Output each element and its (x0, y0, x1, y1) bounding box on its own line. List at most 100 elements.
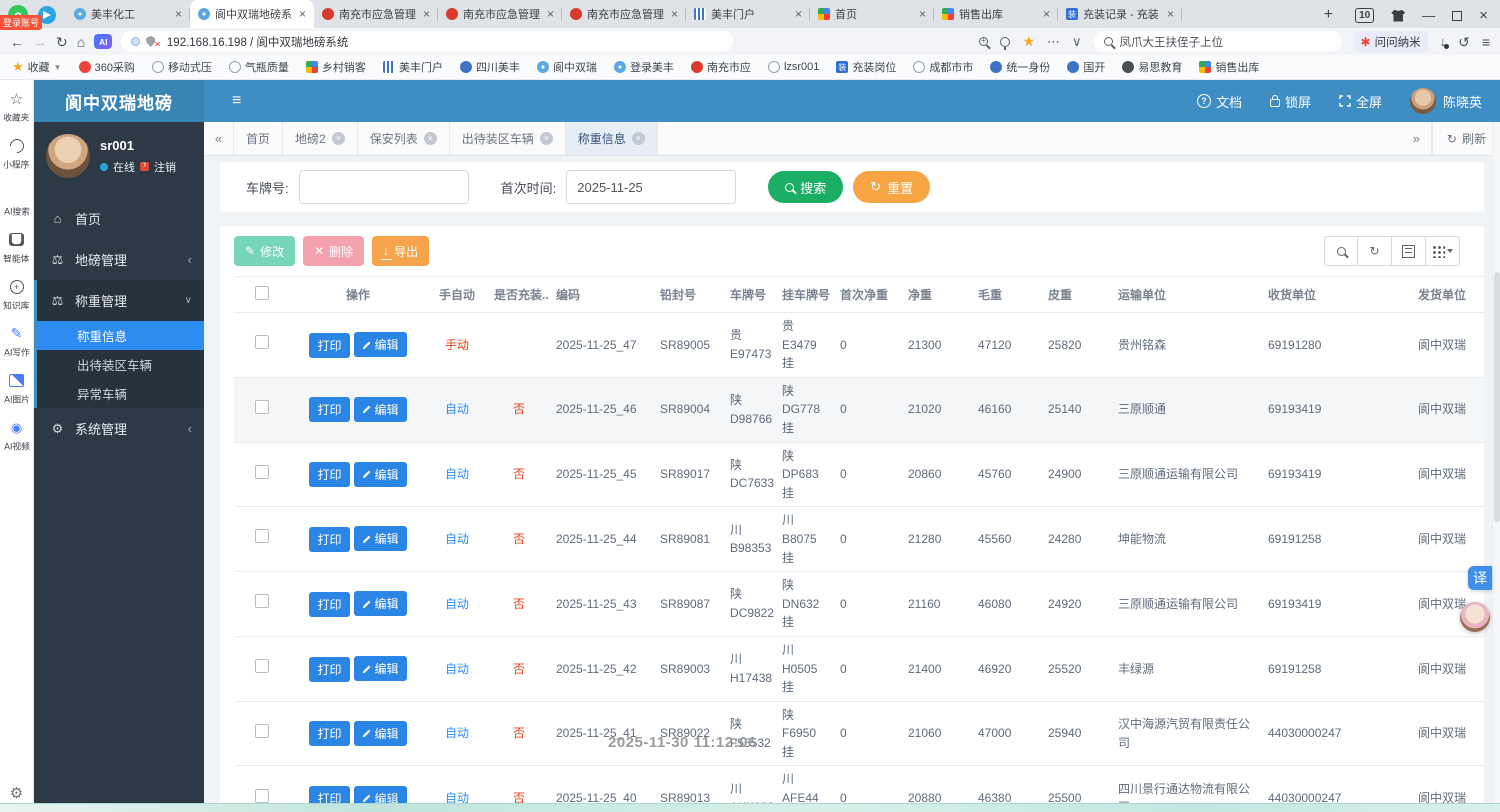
skin-icon[interactable] (1391, 9, 1406, 22)
sidebar-item-1[interactable]: ⚖ 地磅管理 ‹ (34, 239, 204, 280)
row-checkbox[interactable] (255, 659, 269, 673)
sidebar-subitem[interactable]: 出待装区车辆 (37, 350, 204, 379)
page-tab[interactable]: 出待装区车辆 × (450, 122, 566, 155)
tab-close-icon[interactable]: × (299, 8, 306, 20)
select-all-checkbox[interactable] (255, 286, 269, 300)
bookmark-item[interactable]: 美丰门户 (382, 59, 443, 75)
print-button[interactable]: 打印 (309, 462, 350, 488)
forward-icon[interactable]: → (33, 35, 47, 49)
search-button[interactable]: 搜索 (768, 171, 844, 203)
bookmark-item[interactable]: 登录美丰 (613, 59, 674, 75)
export-button[interactable]: ↓ 导出 (372, 236, 430, 266)
tab-close-icon[interactable]: × (547, 8, 554, 20)
print-button[interactable]: 打印 (309, 656, 350, 682)
modify-button[interactable]: ✎ 修改 (234, 236, 296, 266)
row-checkbox[interactable] (255, 335, 269, 350)
bookmark-item[interactable]: 气瓶质量 (228, 59, 289, 75)
browser-tab[interactable]: 首页 × (810, 0, 934, 28)
edit-button[interactable]: 编辑 (353, 720, 407, 746)
browser-tab[interactable]: 南充市应急管理 × (314, 0, 438, 28)
edit-button[interactable]: 编辑 (353, 332, 407, 358)
page-tab-close-icon[interactable]: × (331, 132, 345, 145)
tab-close-icon[interactable]: × (671, 8, 678, 20)
browser-tab[interactable]: 南充市应急管理 × (562, 0, 686, 28)
plate-input[interactable] (298, 170, 469, 204)
sidebar-toggle-icon[interactable]: ≡ (232, 92, 241, 110)
side-tool-write[interactable]: AI写作 (0, 325, 34, 359)
row-checkbox[interactable] (255, 399, 269, 414)
browser-menu-icon[interactable]: ≡ (1482, 35, 1490, 49)
close-button[interactable]: × (1479, 7, 1488, 24)
reader-icon[interactable] (1000, 36, 1011, 50)
sidebar-subitem[interactable]: 异常车辆 (37, 379, 204, 408)
page-tab-close-icon[interactable]: × (539, 132, 553, 145)
reload-icon[interactable]: ↻ (56, 35, 68, 49)
side-tool-video[interactable]: AI视频 (0, 419, 34, 453)
bookmark-item[interactable]: ★ 收藏 ▼ (12, 59, 62, 75)
side-tool-image[interactable]: AI图片 (0, 372, 34, 406)
first-time-input[interactable] (566, 170, 737, 204)
sidebar-item-2[interactable]: ⚖ 称重管理 ∨ (37, 280, 204, 321)
ai-assistant-icon[interactable]: AI (94, 34, 113, 49)
tab-close-icon[interactable]: × (919, 8, 926, 20)
content-scrollbar[interactable] (1492, 122, 1500, 812)
browser-tab[interactable]: 装充装记录 - 充装 × (1058, 0, 1182, 28)
browser-tab[interactable]: 美丰门户 × (686, 0, 810, 28)
bookmark-item[interactable]: 装充装岗位 (836, 59, 896, 75)
search-suggestion-text[interactable]: 凤爪大王扶侄子上位 (1120, 34, 1224, 50)
edit-button[interactable]: 编辑 (353, 396, 407, 422)
bookmark-item[interactable]: 易思教育 (1122, 59, 1182, 75)
settings-gear-icon[interactable]: ⚙ (10, 784, 23, 802)
minimize-button[interactable]: — (1422, 8, 1435, 23)
ask-nano-button[interactable]: ✱ 问问纳米 (1353, 31, 1428, 52)
bookmark-star-icon[interactable]: ★ (1022, 33, 1035, 50)
table-refresh-button[interactable]: ↻ (1358, 236, 1392, 266)
bookmark-item[interactable]: 移动式压 (151, 59, 212, 75)
bookmark-item[interactable]: 阆中双瑞 (536, 59, 597, 75)
row-checkbox[interactable] (255, 464, 269, 479)
browser-tab[interactable]: 南充市应急管理 × (438, 0, 562, 28)
print-button[interactable]: 打印 (309, 526, 350, 552)
tab-close-icon[interactable]: × (1043, 8, 1050, 20)
bookmark-item[interactable]: 销售出库 (1199, 59, 1259, 75)
sidebar-item-0[interactable]: ⌂ 首页 (34, 198, 204, 239)
lock-screen-button[interactable]: 锁屏 (1269, 92, 1311, 111)
tab-close-icon[interactable]: × (175, 8, 182, 20)
back-icon[interactable]: ← (10, 35, 24, 49)
tabs-scroll-right-icon[interactable]: » (1402, 122, 1432, 155)
edit-button[interactable]: 编辑 (353, 461, 407, 487)
bookmark-item[interactable]: 成都市市 (913, 59, 973, 75)
url-text[interactable]: 192.168.16.198 / 阆中双瑞地磅系统 (167, 34, 349, 50)
bookmark-item[interactable]: 四川美丰 (459, 59, 520, 75)
edit-button[interactable]: 编辑 (353, 591, 407, 617)
new-tab-button[interactable]: + (1314, 6, 1343, 28)
table-search-button[interactable] (1324, 236, 1358, 266)
browser-search-box[interactable]: 凤爪大王扶侄子上位 (1093, 31, 1342, 52)
tab-refresh-button[interactable]: ↻ 刷新 (1431, 122, 1500, 155)
page-tab[interactable]: 首页 (234, 122, 284, 155)
url-field[interactable]: ✕ 192.168.16.198 / 阆中双瑞地磅系统 (121, 31, 734, 52)
docs-button[interactable]: ? 文档 (1196, 92, 1242, 111)
side-tool-know[interactable]: 知识库 (0, 278, 34, 312)
site-info-icon[interactable] (131, 37, 141, 46)
fullscreen-button[interactable]: 全屏 (1339, 92, 1382, 111)
delete-button[interactable]: ✕ 删除 (303, 236, 365, 266)
home-icon[interactable]: ⌂ (77, 35, 85, 49)
edit-button[interactable]: 编辑 (353, 656, 407, 682)
zoom-icon[interactable] (979, 36, 989, 46)
tab-close-icon[interactable]: × (795, 8, 802, 20)
page-tab-close-icon[interactable]: × (423, 132, 437, 145)
more-icon[interactable]: ⋯ (1047, 35, 1060, 48)
side-tool-search[interactable]: AI搜索 (0, 184, 34, 218)
reset-button[interactable]: ↻ 重置 (853, 171, 931, 203)
sidebar-subitem[interactable]: 称重信息 (37, 321, 204, 350)
browser-tab[interactable]: 美丰化工 × (66, 0, 190, 28)
print-button[interactable]: 打印 (309, 721, 350, 747)
print-button[interactable]: 打印 (309, 397, 350, 423)
history-undo-icon[interactable]: ↺ (1458, 35, 1470, 49)
maximize-button[interactable] (1452, 10, 1463, 21)
tabs-scroll-left-icon[interactable]: « (204, 122, 234, 155)
scrollbar-thumb[interactable] (1494, 272, 1500, 522)
side-tool-agent[interactable]: 智能体 (0, 231, 34, 265)
print-button[interactable]: 打印 (309, 591, 350, 617)
